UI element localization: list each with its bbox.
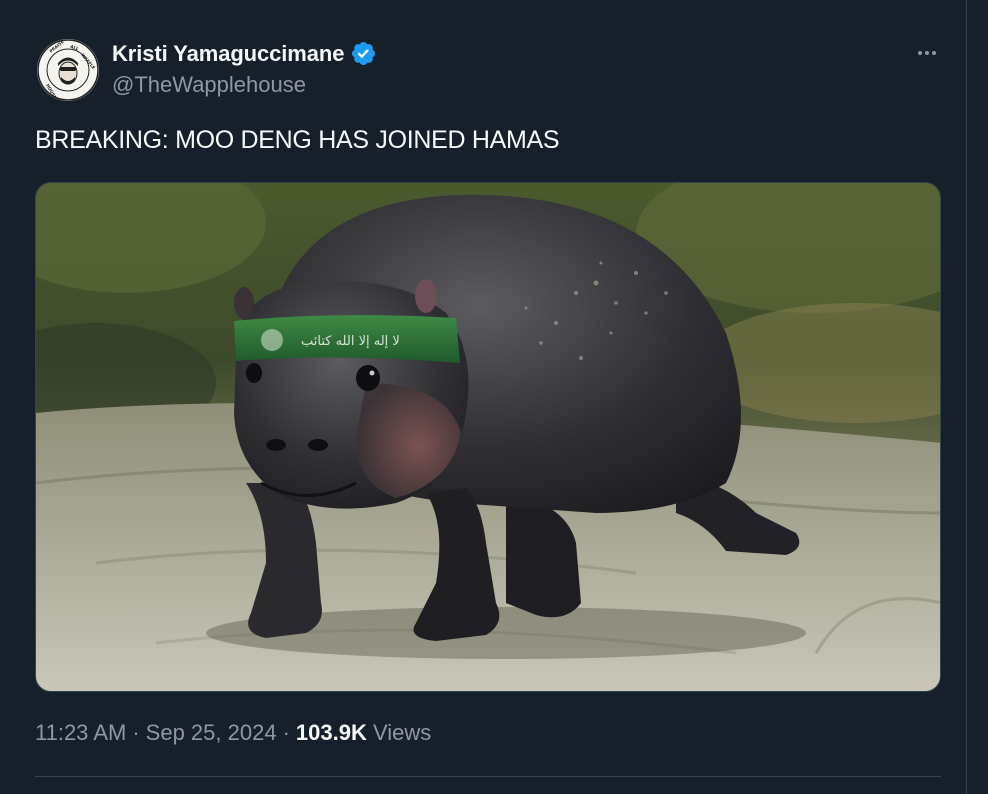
views-count: 103.9K: [295, 720, 367, 745]
timeline-divider: [966, 0, 967, 794]
views-label: Views: [372, 720, 432, 745]
tweet-time[interactable]: 11:23 AM: [35, 720, 126, 745]
meta-separator: ·: [132, 720, 140, 745]
author-handle[interactable]: @TheWapplehouse: [112, 72, 306, 98]
tweet-image[interactable]: لا إله إلا الله كتائب: [35, 182, 941, 692]
author-display-name[interactable]: Kristi Yamaguccimane: [112, 41, 344, 67]
tweet-meta: 11:23 AM · Sep 25, 2024 · 103.9K Views: [35, 720, 431, 746]
tweet-text: BREAKING: MOO DENG HAS JOINED HAMAS: [35, 126, 560, 154]
section-divider: [35, 776, 941, 777]
more-options-icon[interactable]: [914, 44, 940, 62]
hippo-photo: لا إله إلا الله كتائب: [36, 183, 940, 691]
verified-badge-icon[interactable]: [350, 40, 377, 67]
author-avatar[interactable]: PRAISE ALL WAFFLE HOUSE: [37, 39, 99, 101]
author-name-row[interactable]: Kristi Yamaguccimane: [112, 40, 377, 67]
meta-separator: ·: [282, 720, 290, 745]
tweet-date[interactable]: Sep 25, 2024: [146, 720, 277, 745]
headband-text: لا إله إلا الله كتائب: [301, 334, 400, 349]
